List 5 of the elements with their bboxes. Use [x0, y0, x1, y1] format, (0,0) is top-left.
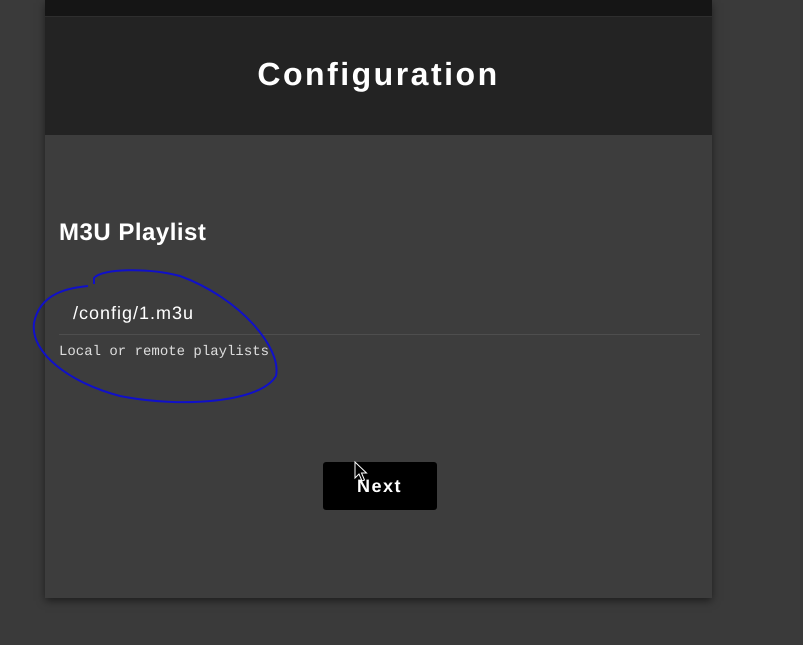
next-button[interactable]: Next [322, 462, 436, 510]
page-title: Configuration [257, 56, 500, 94]
playlist-input-field[interactable]: /config/1.m3u [59, 295, 700, 335]
help-text: Local or remote playlists [59, 344, 270, 360]
section-title: M3U Playlist [59, 219, 208, 247]
